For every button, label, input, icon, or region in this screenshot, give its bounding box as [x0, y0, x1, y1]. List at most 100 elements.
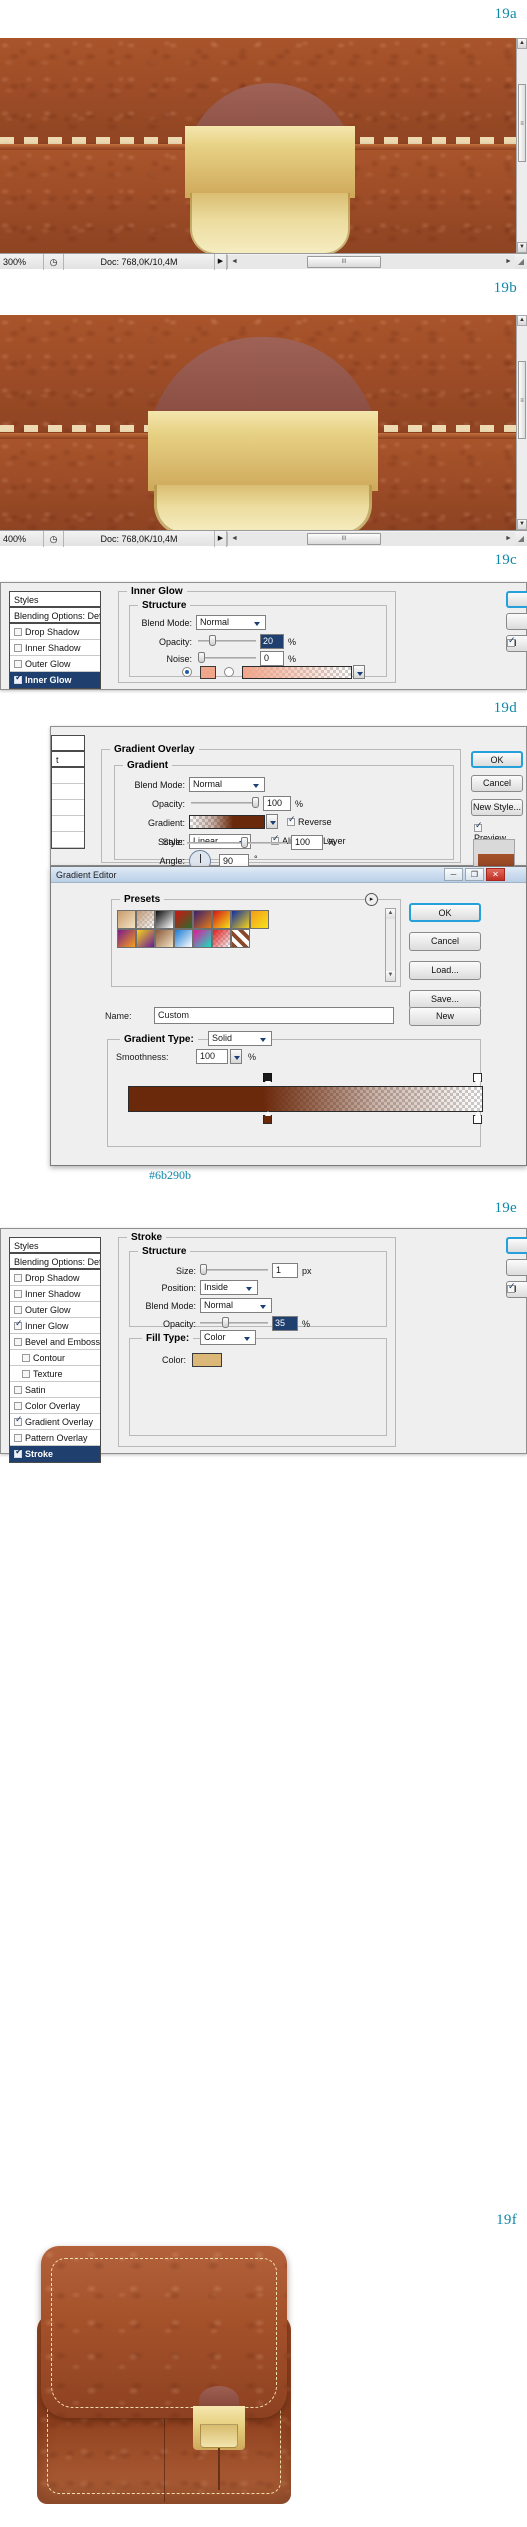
opacity-input[interactable]: 20 [260, 634, 284, 649]
cancel-button-cut-e[interactable] [506, 1259, 527, 1276]
gradient-preset-swatch[interactable] [231, 929, 250, 948]
hscroll-track-19a[interactable]: III [241, 255, 502, 268]
styles-row-outer-glow[interactable]: Outer Glow [10, 1302, 100, 1318]
styles-checkbox[interactable] [14, 1274, 22, 1282]
preview-checkbox[interactable] [474, 821, 483, 832]
hscroll-left-arrow-19b[interactable]: ◄ [228, 535, 241, 542]
go-scale-input[interactable]: 100 [291, 835, 323, 850]
noise-input[interactable]: 0 [260, 651, 284, 666]
gradient-preset-swatch[interactable] [136, 929, 155, 948]
go-scale-slider[interactable] [187, 837, 287, 849]
hscroll-right-arrow-19b[interactable]: ► [502, 535, 515, 542]
scroll-thumb[interactable]: ≡ [518, 84, 526, 162]
styles-row-inner-glow[interactable]: Inner Glow [10, 1318, 100, 1334]
glow-gradient-bar[interactable] [242, 666, 352, 679]
styles-checkbox[interactable] [14, 673, 23, 684]
styles-checkbox[interactable] [14, 628, 22, 636]
stroke-fill-type-select[interactable]: Color [200, 1330, 256, 1345]
gradient-preset-swatch[interactable] [212, 910, 231, 929]
styles-checkbox[interactable] [14, 1319, 23, 1330]
cancel-button[interactable]: Cancel [471, 775, 523, 792]
ok-button-cut[interactable] [506, 591, 527, 608]
gradient-preset-swatch[interactable] [212, 929, 231, 948]
styles-row-styles[interactable]: Styles [10, 592, 100, 608]
status-expand-icon-19a[interactable]: ▶ [214, 253, 227, 270]
name-input[interactable]: Custom [154, 1007, 394, 1024]
styles-row-gradient-overlay[interactable]: Gradient Overlay [10, 1414, 100, 1430]
noise-slider[interactable] [198, 652, 256, 664]
styles-row-cut-3[interactable] [52, 800, 84, 816]
stroke-size-knob[interactable] [200, 1264, 207, 1275]
gradient-preset-swatch[interactable] [136, 910, 155, 929]
glow-color-swatch[interactable] [200, 666, 216, 679]
presets-scrollbar[interactable]: ▲ ▼ [385, 908, 396, 982]
stroke-opacity-knob[interactable] [222, 1317, 229, 1328]
hscroll-thumb-19a[interactable]: III [307, 255, 381, 268]
scroll-up-arrow[interactable]: ▲ [517, 315, 527, 326]
styles-row-inner-shadow[interactable]: Inner Shadow [10, 640, 100, 656]
scroll-thumb[interactable]: ≡ [518, 361, 526, 439]
color-stop-left[interactable] [263, 1111, 272, 1124]
editor-cancel-button[interactable]: Cancel [409, 932, 481, 951]
styles-checkbox[interactable] [14, 1447, 23, 1458]
styles-row-cut-1[interactable] [52, 768, 84, 784]
presets-scroll-up[interactable]: ▲ [386, 909, 395, 919]
editor-new-button[interactable]: New [409, 1007, 481, 1026]
gradient-preset-swatch[interactable] [231, 910, 250, 929]
glow-gradient-radio[interactable] [224, 667, 234, 677]
scroll-down-arrow[interactable]: ▼ [517, 519, 527, 530]
go-opacity-slider[interactable] [191, 797, 259, 809]
stroke-color-swatch[interactable] [192, 1353, 222, 1367]
styles-checkbox[interactable] [14, 1434, 22, 1442]
blend-mode-select[interactable]: Normal [196, 615, 266, 630]
go-reverse-checkbox[interactable] [287, 815, 296, 826]
window-resize-grip-19b[interactable]: ◢ [515, 534, 527, 543]
gradient-preset-swatch[interactable] [174, 910, 193, 929]
styles-row-styles[interactable]: Styles [10, 1238, 100, 1254]
gradient-editor-titlebar[interactable]: Gradient Editor ─ ❐ ✕ [51, 867, 526, 883]
opacity-slider-knob[interactable] [209, 635, 216, 646]
new-style-button[interactable]: New Style... [471, 799, 523, 816]
opacity-stop-right[interactable] [473, 1073, 482, 1086]
styles-checkbox[interactable] [14, 1290, 22, 1298]
styles-row-outer-glow[interactable]: Outer Glow [10, 656, 100, 672]
styles-row-blending-options-default[interactable]: Blending Options: Default [10, 608, 100, 624]
maximize-button[interactable]: ❐ [465, 868, 484, 881]
presets-scroll-down[interactable]: ▼ [386, 971, 395, 981]
styles-checkbox[interactable] [14, 1338, 22, 1346]
ok-button[interactable]: OK [471, 751, 523, 768]
gradient-preset-swatch[interactable] [155, 929, 174, 948]
preview-checkbox-cut[interactable] [507, 636, 516, 647]
stroke-opacity-slider[interactable] [200, 1317, 268, 1329]
go-reverse-checkrow[interactable]: Reverse [287, 815, 332, 827]
smoothness-stepper[interactable] [230, 1049, 242, 1064]
presets-menu-icon[interactable]: ▸ [365, 893, 378, 906]
opacity-slider[interactable] [198, 635, 256, 647]
styles-row-satin[interactable]: Satin [10, 1382, 100, 1398]
styles-row-drop-shadow[interactable]: Drop Shadow [10, 1270, 100, 1286]
go-scale-knob[interactable] [241, 837, 248, 848]
styles-row-inner-glow[interactable]: Inner Glow [10, 672, 100, 688]
styles-list-gradient-overlay[interactable]: t [51, 735, 85, 849]
presets-grid[interactable] [117, 910, 367, 948]
noise-slider-knob[interactable] [198, 652, 205, 663]
styles-checkbox[interactable] [14, 1386, 22, 1394]
editor-load-button[interactable]: Load... [409, 961, 481, 980]
hscroll-left-arrow-19a[interactable]: ◄ [228, 258, 241, 265]
scroll-down-arrow[interactable]: ▼ [517, 242, 527, 253]
styles-checkbox[interactable] [14, 1402, 22, 1410]
stroke-position-select[interactable]: Inside [200, 1280, 258, 1295]
styles-row-drop-shadow[interactable]: Drop Shadow [10, 624, 100, 640]
go-gradient-dropdown[interactable] [266, 814, 278, 829]
styles-row-cut-4[interactable] [52, 816, 84, 832]
gradient-preset-swatch[interactable] [174, 929, 193, 948]
hscroll-right-arrow-19a[interactable]: ► [502, 258, 515, 265]
gradient-preset-swatch[interactable] [155, 910, 174, 929]
styles-checkbox[interactable] [14, 660, 22, 668]
canvas-horizontal-scrollbar-19a[interactable]: ◄ III ► [227, 254, 515, 269]
editor-ok-button[interactable]: OK [409, 903, 481, 922]
status-expand-icon-19b[interactable]: ▶ [214, 530, 227, 547]
cancel-button-cut[interactable] [506, 613, 527, 630]
styles-row-inner-shadow[interactable]: Inner Shadow [10, 1286, 100, 1302]
styles-checkbox[interactable] [14, 644, 22, 652]
